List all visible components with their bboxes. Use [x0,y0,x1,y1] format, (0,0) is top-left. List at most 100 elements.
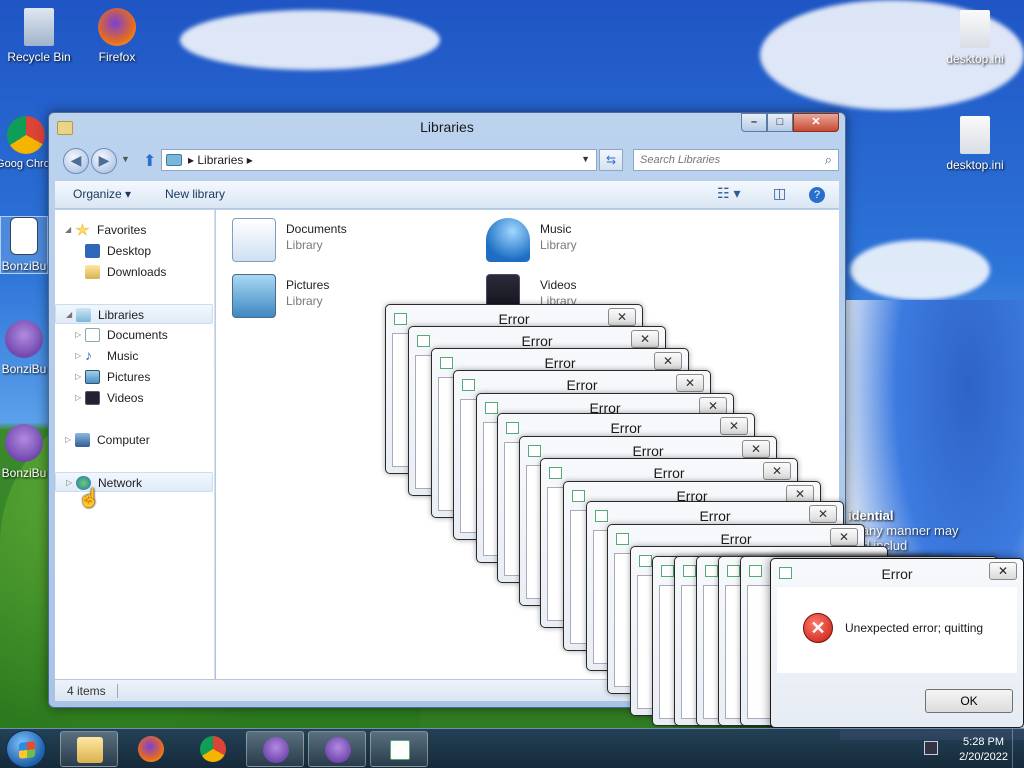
bonzi-gorilla-icon [263,737,289,763]
desktop-icon-desktop-ini[interactable]: desktop.ini [938,116,1012,172]
clock[interactable]: 5:28 PM 2/20/2022 [959,735,1008,765]
desktop-icon-firefox[interactable]: Firefox [80,8,154,64]
breadcrumb-separator-icon[interactable]: ▸ [247,153,253,167]
error-x-icon: ✕ [803,613,833,643]
desktop-icon-bonzibuddy[interactable]: BonziBu [0,320,48,376]
desktop-icon-bonzibuddy[interactable]: BonziBu [0,424,48,480]
wallpaper-cloud [850,240,990,300]
error-window-title: Error [699,508,731,524]
change-view-icon[interactable]: ☷ ▾ [717,185,740,202]
error-close-button[interactable]: ✕ [763,462,791,480]
nav-item-music[interactable]: ▷ ♪ Music [55,346,213,366]
clock-date: 2/20/2022 [959,751,1008,763]
desktop-icon-label: desktop.ini [946,158,1004,172]
recent-pages-dropdown[interactable]: ▼ [121,154,130,164]
desktop-icon-recycle-bin[interactable]: Recycle Bin [2,8,76,64]
error-window-title: Error [544,355,576,371]
nav-item-favorites[interactable]: ◢ Favorites [55,220,213,240]
expand-triangle-icon[interactable]: ▷ [75,367,81,387]
new-library-button[interactable]: New library [165,187,225,201]
error-close-button[interactable]: ✕ [809,505,837,523]
library-documents[interactable]: Documents Library [232,218,462,266]
breadcrumb[interactable]: ▸ Libraries ▸ [188,153,253,167]
error-close-button[interactable]: ✕ [989,562,1017,580]
desktop-icon-label: BonziBu [1,259,47,273]
folder-icon [77,737,103,763]
firefox-icon [138,736,164,762]
error-close-button[interactable]: ✕ [654,352,682,370]
star-icon [75,223,90,236]
taskbar-firefox[interactable] [122,731,180,767]
app-icon [683,565,696,577]
error-window-title: Error [720,531,752,547]
nav-item-documents[interactable]: ▷ Documents [55,325,213,345]
organize-button[interactable]: Organize ▾ [73,187,131,201]
minimize-button[interactable]: – [741,113,767,132]
documents-icon [85,328,100,342]
settings-file-icon [960,116,990,154]
downloads-folder-icon [85,265,100,279]
forward-button[interactable]: ▶ [91,148,117,174]
nav-item-downloads[interactable]: Downloads [55,262,213,282]
collapse-triangle-icon[interactable]: ◢ [66,305,72,325]
nav-item-videos[interactable]: ▷ Videos [55,388,213,408]
preview-pane-icon[interactable]: ◫ [773,185,786,202]
expand-triangle-icon[interactable]: ▷ [75,325,81,345]
close-button[interactable]: ✕ [793,113,839,132]
nav-item-pictures[interactable]: ▷ Pictures [55,367,213,387]
error-close-button[interactable]: ✕ [830,528,858,546]
up-arrow-icon[interactable]: ⬆ [143,151,156,171]
ok-button[interactable]: OK [925,689,1013,713]
start-button[interactable] [6,730,46,768]
error-close-button[interactable]: ✕ [676,374,704,392]
pictures-library-icon [232,274,276,318]
taskbar-explorer[interactable] [60,731,118,767]
taskbar-chrome[interactable] [184,731,242,767]
search-box[interactable]: ⌕ [633,149,839,171]
error-dialog[interactable]: Error ✕ ✕ Unexpected error; quitting OK [770,558,1024,728]
help-icon[interactable]: ? [809,187,825,203]
address-bar[interactable]: ▸ Libraries ▸ ▼ [161,149,597,171]
nav-item-desktop[interactable]: Desktop [55,241,213,261]
nav-item-libraries[interactable]: ◢ Libraries [55,304,213,324]
nav-item-computer[interactable]: ▷ Computer [55,430,213,450]
taskbar-error-app[interactable] [370,731,428,767]
breadcrumb-libraries[interactable]: Libraries [197,153,243,167]
expand-triangle-icon[interactable]: ▷ [66,473,72,493]
expand-triangle-icon[interactable]: ▷ [75,388,81,408]
expand-triangle-icon[interactable]: ▷ [65,430,71,450]
app-icon [727,565,740,577]
taskbar-bonzibuddy[interactable] [308,731,366,767]
computer-icon [75,433,90,447]
error-window-title: Error [632,443,664,459]
chevron-down-icon[interactable]: ▼ [581,154,590,164]
search-icon[interactable]: ⌕ [825,152,832,168]
error-close-button[interactable]: ✕ [720,417,748,435]
error-close-button[interactable]: ✕ [742,440,770,458]
settings-file-icon [960,10,990,48]
film-icon [85,391,100,405]
network-tray-icon[interactable] [924,741,938,755]
expand-triangle-icon[interactable]: ▷ [75,346,81,366]
app-icon [749,565,762,577]
error-close-button[interactable]: ✕ [631,330,659,348]
library-music[interactable]: Music Library [486,218,716,266]
desktop-icon-label: BonziBu [1,362,47,376]
documents-library-icon [232,218,276,262]
search-input[interactable] [640,151,816,169]
show-desktop-button[interactable] [1012,729,1024,768]
taskbar-bonzibuddy[interactable] [246,731,304,767]
maximize-button[interactable]: □ [767,113,793,132]
error-close-button[interactable]: ✕ [608,308,636,326]
status-separator [117,684,118,698]
error-window-title: Error [498,311,530,327]
recycle-bin-icon [24,8,54,46]
desktop-icon-desktop-ini[interactable]: desktop.ini [938,10,1012,66]
collapse-triangle-icon[interactable]: ◢ [65,220,71,240]
desktop-icon-bonzibuddy[interactable]: BonziBu [0,216,48,274]
error-window-title: Error [521,333,553,349]
window-icon [390,740,410,760]
back-button[interactable]: ◀ [63,148,89,174]
refresh-button[interactable]: ⇆ [599,149,623,171]
hand-cursor-icon: ☝ [78,488,101,508]
